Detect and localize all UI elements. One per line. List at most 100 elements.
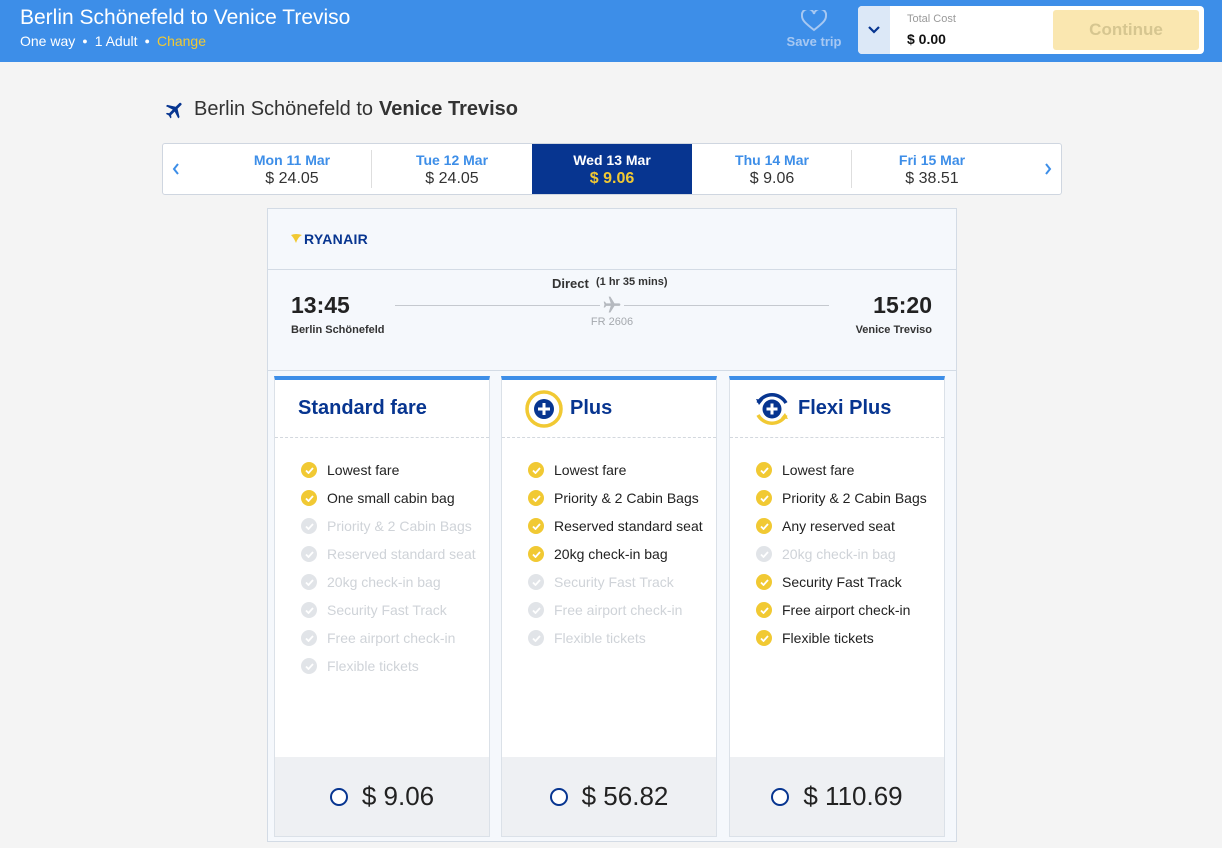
feature-item: Reserved standard seat — [528, 516, 703, 536]
trip-summary: One way ● 1 Adult ● Change — [20, 33, 206, 49]
fare-select-plus[interactable]: $ 56.82 — [502, 757, 716, 836]
feature-item-excluded: 20kg check-in bag — [301, 572, 476, 592]
date-option[interactable]: Tue 12 Mar $ 24.05 — [372, 144, 532, 194]
separator-dot: ● — [82, 36, 88, 46]
feature-item-excluded: 20kg check-in bag — [756, 544, 931, 564]
airline-logo: RYANAIR — [291, 231, 368, 247]
feature-item: Security Fast Track — [756, 572, 931, 592]
continue-button[interactable]: Continue — [1053, 10, 1199, 50]
feature-text: 20kg check-in bag — [782, 546, 896, 562]
arrival-city: Venice Treviso — [855, 324, 932, 336]
check-icon — [756, 546, 772, 562]
top-bar: Berlin Schönefeld to Venice Treviso One … — [0, 0, 1222, 62]
total-cost-label: Total Cost — [907, 13, 956, 25]
feature-text: 20kg check-in bag — [327, 574, 441, 590]
feature-item-excluded: Flexible tickets — [528, 628, 703, 648]
feature-list: Lowest fare One small cabin bag Priority… — [301, 460, 476, 684]
feature-text: Flexible tickets — [327, 658, 419, 674]
feature-text: Reserved standard seat — [327, 546, 476, 562]
feature-item: Free airport check-in — [756, 600, 931, 620]
feature-list: Lowest fare Priority & 2 Cabin Bags Rese… — [528, 460, 703, 656]
date-price: $ 24.05 — [425, 170, 479, 187]
feature-item: 20kg check-in bag — [528, 544, 703, 564]
total-cost-value: $ 0.00 — [907, 31, 946, 47]
trip-type: One way — [20, 33, 76, 49]
feature-item-excluded: Reserved standard seat — [301, 544, 476, 564]
date-carousel: Mon 11 Mar $ 24.05 Tue 12 Mar $ 24.05 We… — [162, 143, 1062, 195]
arrival-time: 15:20 — [873, 292, 932, 318]
change-link[interactable]: Change — [157, 33, 206, 49]
feature-item-excluded: Security Fast Track — [528, 572, 703, 592]
feature-text: Flexible tickets — [782, 630, 874, 646]
passenger-count: 1 Adult — [94, 33, 138, 49]
feature-item: One small cabin bag — [301, 488, 476, 508]
feature-text: Lowest fare — [554, 462, 627, 478]
date-label: Mon 11 Mar — [253, 152, 331, 168]
feature-item: Priority & 2 Cabin Bags — [756, 488, 931, 508]
feature-item: Lowest fare — [528, 460, 703, 480]
flexi-plus-icon — [756, 392, 788, 425]
feature-text: Priority & 2 Cabin Bags — [554, 490, 699, 506]
check-icon — [301, 602, 317, 618]
feature-text: Lowest fare — [782, 462, 855, 478]
feature-text: Priority & 2 Cabin Bags — [782, 490, 927, 506]
check-icon — [301, 490, 317, 506]
date-price: $ 9.06 — [749, 170, 795, 187]
fare-header: Flexi Plus — [730, 380, 944, 438]
feature-text: Any reserved seat — [782, 518, 895, 534]
fare-radio[interactable] — [549, 787, 568, 806]
feature-item: Any reserved seat — [756, 516, 931, 536]
heart-icon — [801, 10, 827, 32]
feature-item-excluded: Flexible tickets — [301, 656, 476, 676]
date-label: Fri 15 Mar — [898, 152, 966, 168]
feature-item-excluded: Priority & 2 Cabin Bags — [301, 516, 476, 536]
feature-text: Free airport check-in — [327, 630, 456, 646]
feature-item: Lowest fare — [756, 460, 931, 480]
next-dates-button[interactable] — [1035, 144, 1061, 194]
cost-dropdown-toggle[interactable] — [858, 6, 890, 54]
date-option[interactable]: Fri 15 Mar $ 38.51 — [852, 144, 1012, 194]
fare-price: $ 56.82 — [581, 781, 669, 811]
date-price: $ 38.51 — [905, 170, 959, 187]
chevron-left-icon — [172, 163, 179, 175]
check-icon — [528, 574, 544, 590]
fare-header: Standard fare — [275, 380, 489, 438]
feature-text: Security Fast Track — [554, 574, 674, 590]
total-cost-panel: Total Cost $ 0.00 Continue — [858, 6, 1204, 54]
check-icon — [301, 462, 317, 478]
feature-text: Security Fast Track — [327, 602, 447, 618]
check-icon — [756, 602, 772, 618]
feature-text: Lowest fare — [327, 462, 400, 478]
feature-item: Flexible tickets — [756, 628, 931, 648]
check-icon — [756, 462, 772, 478]
fare-title: Flexi Plus — [798, 397, 892, 419]
fare-radio[interactable] — [329, 787, 348, 806]
feature-text: 20kg check-in bag — [554, 546, 668, 562]
route-line — [395, 305, 600, 306]
chevron-down-icon — [868, 26, 880, 34]
departure-time: 13:45 — [291, 292, 350, 318]
date-option[interactable]: Thu 14 Mar $ 9.06 — [692, 144, 852, 194]
harp-icon — [291, 234, 302, 243]
date-option[interactable]: Mon 11 Mar $ 24.05 — [212, 144, 372, 194]
fare-price: $ 9.06 — [361, 781, 435, 811]
feature-text: Priority & 2 Cabin Bags — [327, 518, 472, 534]
fare-select-standard[interactable]: $ 9.06 — [275, 757, 489, 836]
airline-row: RYANAIR — [268, 209, 956, 270]
fare-radio[interactable] — [771, 787, 790, 806]
check-icon — [756, 490, 772, 506]
plane-icon — [603, 296, 621, 313]
save-trip-button[interactable]: Save trip — [781, 10, 847, 49]
feature-item-excluded: Security Fast Track — [301, 600, 476, 620]
save-trip-label: Save trip — [786, 34, 842, 49]
date-label: Wed 13 Mar — [573, 152, 651, 168]
flight-card: RYANAIR 13:45 Berlin Schönefeld Direct (… — [267, 208, 957, 842]
check-icon — [528, 490, 544, 506]
fare-select-flexi-plus[interactable]: $ 110.69 — [730, 757, 944, 836]
check-icon — [756, 518, 772, 534]
previous-dates-button[interactable] — [163, 144, 189, 194]
feature-item-excluded: Free airport check-in — [301, 628, 476, 648]
feature-text: Security Fast Track — [782, 574, 902, 590]
fare-card-standard: Standard fare Lowest fare One small cabi… — [274, 376, 490, 837]
date-option-selected[interactable]: Wed 13 Mar $ 9.06 — [532, 144, 692, 194]
